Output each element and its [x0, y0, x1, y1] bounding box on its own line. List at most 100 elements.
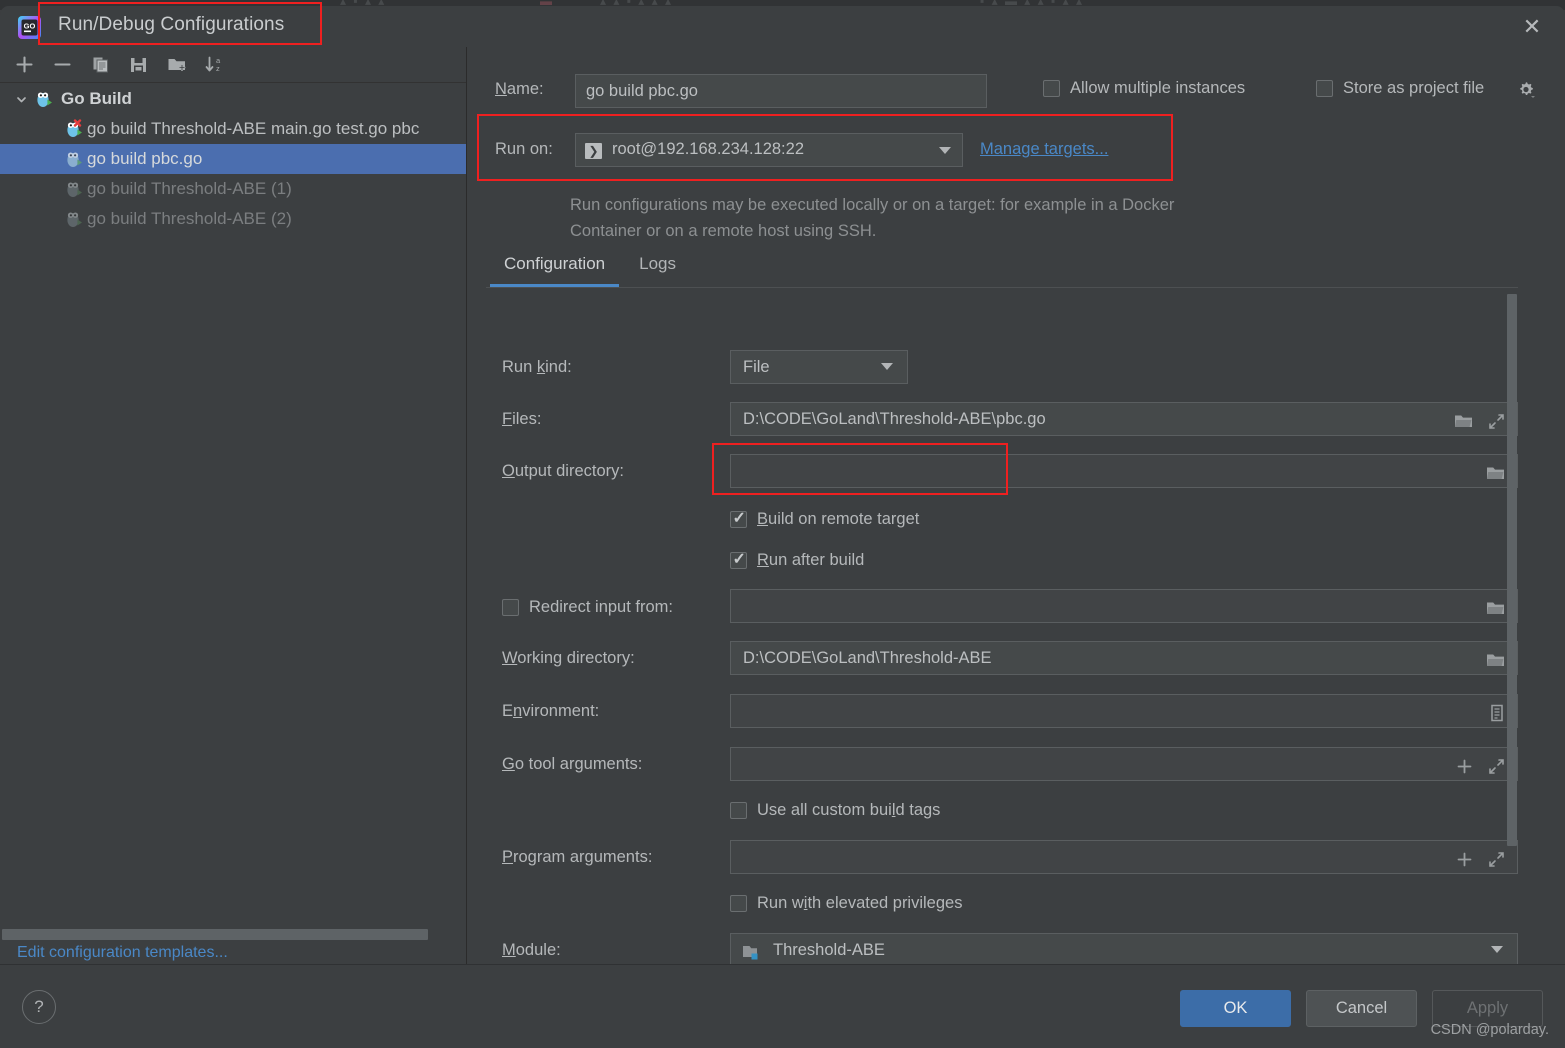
go-gopher-error-icon: [64, 119, 84, 139]
files-label: Files:: [502, 410, 542, 428]
name-input[interactable]: go build pbc.go: [575, 74, 987, 108]
tree-item-2[interactable]: go build Threshold-ABE (1): [0, 174, 466, 204]
manage-targets-link[interactable]: Manage targets...: [980, 140, 1108, 159]
checkbox-box[interactable]: [730, 802, 747, 819]
expand-icon[interactable]: [1488, 755, 1505, 780]
run-with-elevated-privileges-label: Run with elevated privileges: [757, 894, 963, 912]
form-vertical-scrollbar[interactable]: [1506, 288, 1518, 964]
close-icon[interactable]: ✕: [1517, 13, 1547, 41]
redirect-input-from-checkbox[interactable]: Redirect input from:: [502, 598, 673, 617]
files-value: D:\CODE\GoLand\Threshold-ABE\pbc.go: [743, 410, 1046, 428]
program-arguments-input[interactable]: [730, 840, 1518, 874]
redirect-input-from-label: Redirect input from:: [529, 598, 673, 616]
edit-configuration-templates-link[interactable]: Edit configuration templates...: [17, 944, 228, 962]
redirect-input-from-input[interactable]: [730, 589, 1518, 623]
environment-label: Environment:: [502, 702, 600, 720]
help-button[interactable]: ?: [22, 990, 56, 1024]
go-gopher-icon: [64, 179, 84, 199]
chevron-down-icon[interactable]: [8, 93, 34, 106]
remote-target-icon: ❯: [585, 143, 602, 159]
configuration-tabs: Configuration Logs: [486, 250, 1518, 288]
checkbox-box[interactable]: [730, 895, 747, 912]
program-arguments-label: Program arguments:: [502, 848, 653, 866]
ok-button[interactable]: OK: [1180, 990, 1291, 1027]
go-gopher-icon: [64, 209, 84, 229]
run-on-dropdown[interactable]: ❯ root@192.168.234.128:22: [575, 133, 963, 167]
run-kind-label: Run kind:: [502, 358, 572, 376]
chevron-down-icon[interactable]: [1491, 946, 1503, 953]
tab-configuration[interactable]: Configuration: [489, 250, 620, 287]
store-as-project-file-checkbox[interactable]: Store as project file: [1316, 79, 1484, 98]
build-on-remote-target-checkbox[interactable]: Build on remote target: [730, 508, 919, 529]
run-debug-configurations-dialog: ▴ ▪ ▴ ▴ ▬ ▴ ▴ ▪ ▴ ▴ ▴ ▪ ▴ ▬ ▴ ▴ ▪ ▴ ▴ GO…: [0, 0, 1565, 1048]
tab-logs[interactable]: Logs: [633, 250, 682, 286]
use-all-custom-build-tags-label: Use all custom build tags: [757, 801, 941, 819]
tree-item-label: go build Threshold-ABE (2): [87, 209, 292, 228]
go-tool-arguments-label: Go tool arguments:: [502, 755, 643, 773]
plus-icon[interactable]: [1456, 755, 1473, 780]
dialog-titlebar: GO Run/Debug Configurations ✕: [0, 6, 1565, 47]
tree-item-3[interactable]: go build Threshold-ABE (2): [0, 204, 466, 234]
new-folder-button[interactable]: [160, 50, 192, 80]
expand-icon[interactable]: [1488, 410, 1505, 435]
checkbox-box[interactable]: [1043, 80, 1060, 97]
plus-icon[interactable]: [1456, 848, 1473, 873]
working-directory-input[interactable]: D:\CODE\GoLand\Threshold-ABE: [730, 641, 1518, 675]
store-as-project-file-label: Store as project file: [1343, 79, 1485, 97]
sidebar-toolbar: a z: [0, 47, 466, 83]
save-configuration-button[interactable]: [122, 50, 154, 80]
folder-icon[interactable]: [1486, 597, 1505, 622]
go-tool-arguments-input[interactable]: [730, 747, 1518, 781]
allow-multiple-instances-label: Allow multiple instances: [1070, 79, 1246, 97]
checkbox-box[interactable]: [730, 549, 747, 569]
goland-logo-icon: GO: [17, 15, 42, 40]
cancel-button[interactable]: Cancel: [1306, 990, 1417, 1027]
run-with-elevated-privileges-checkbox[interactable]: Run with elevated privileges: [730, 894, 962, 913]
copy-configuration-button[interactable]: [84, 50, 116, 80]
tree-item-label: go build pbc.go: [87, 149, 203, 168]
svg-text:GO: GO: [24, 22, 36, 31]
working-directory-label: Working directory:: [502, 649, 635, 667]
run-kind-dropdown[interactable]: File: [730, 350, 908, 384]
tree-group-go-build[interactable]: Go Build: [0, 84, 466, 114]
list-icon[interactable]: [1489, 702, 1505, 727]
page-title: Run/Debug Configurations: [58, 14, 285, 35]
configurations-sidebar: a z Go Build go build Threshold-ABE main…: [0, 47, 467, 970]
run-on-hint: Run configurations may be executed local…: [570, 196, 1175, 240]
folder-icon[interactable]: [1486, 462, 1505, 487]
go-gopher-icon: [34, 89, 54, 109]
folder-icon[interactable]: [1486, 649, 1505, 674]
name-label: Name:: [495, 80, 544, 98]
chevron-down-icon[interactable]: [881, 363, 893, 370]
run-on-value: root@192.168.234.128:22: [612, 140, 804, 158]
tree-item-label: go build Threshold-ABE main.go test.go p…: [87, 119, 420, 138]
remove-configuration-button[interactable]: [46, 50, 78, 80]
scrollbar-thumb[interactable]: [2, 929, 428, 940]
sidebar-horizontal-scrollbar[interactable]: [0, 929, 456, 940]
scrollbar-thumb[interactable]: [1507, 294, 1517, 846]
folder-icon[interactable]: [1454, 410, 1473, 435]
gear-icon[interactable]: [1515, 79, 1537, 106]
allow-multiple-instances-checkbox[interactable]: Allow multiple instances: [1043, 79, 1245, 98]
files-input[interactable]: D:\CODE\GoLand\Threshold-ABE\pbc.go: [730, 402, 1518, 436]
add-configuration-button[interactable]: [8, 50, 40, 80]
use-all-custom-build-tags-checkbox[interactable]: Use all custom build tags: [730, 801, 940, 820]
output-directory-input[interactable]: [730, 454, 1518, 488]
run-on-label: Run on:: [495, 140, 553, 158]
run-after-build-checkbox[interactable]: Run after build: [730, 549, 865, 570]
run-after-build-label: Run after build: [757, 551, 865, 569]
checkbox-box[interactable]: [502, 599, 519, 616]
tree-group-label: Go Build: [61, 89, 132, 108]
module-dropdown[interactable]: Threshold-ABE: [730, 933, 1518, 967]
expand-icon[interactable]: [1488, 848, 1505, 873]
checkbox-box[interactable]: [730, 508, 747, 528]
checkbox-box[interactable]: [1316, 80, 1333, 97]
working-directory-value: D:\CODE\GoLand\Threshold-ABE: [743, 649, 992, 667]
tree-item-0[interactable]: go build Threshold-ABE main.go test.go p…: [0, 114, 466, 144]
environment-input[interactable]: [730, 694, 1518, 728]
sort-az-button[interactable]: a z: [198, 50, 230, 80]
dialog-surface: GO Run/Debug Configurations ✕ a z Go Bui…: [0, 6, 1565, 1048]
chevron-down-icon[interactable]: [939, 147, 951, 154]
tree-item-label: go build Threshold-ABE (1): [87, 179, 292, 198]
tree-item-1[interactable]: go build pbc.go: [0, 144, 466, 174]
